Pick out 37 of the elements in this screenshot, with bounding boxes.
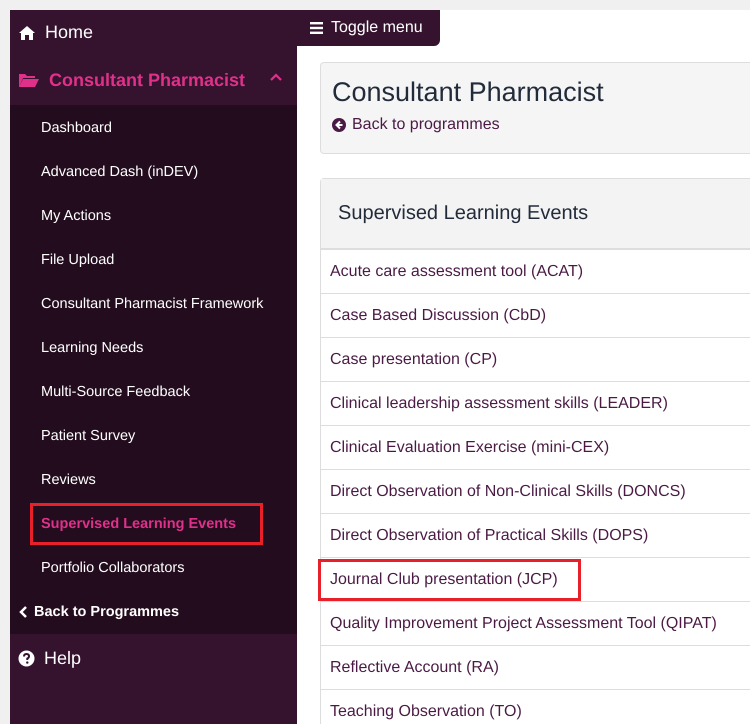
back-link[interactable]: Back to Programmes <box>10 590 297 634</box>
list-item[interactable]: Teaching Observation (TO) <box>321 690 750 724</box>
sidebar-item[interactable]: Dashboard <box>10 106 297 150</box>
chevron-icon <box>270 73 282 81</box>
sidebar-item[interactable]: Supervised Learning Events <box>30 503 263 545</box>
page-title: Consultant Pharmacist <box>332 77 605 108</box>
sidebar-item[interactable]: My Actions <box>10 194 297 238</box>
home-icon <box>18 24 36 40</box>
list-item[interactable]: Journal Club presentation (JCP) <box>321 558 750 602</box>
sidebar-item[interactable]: Advanced Dash (inDEV) <box>10 150 297 194</box>
list-item[interactable]: Acute care assessment tool (ACAT) <box>321 250 750 294</box>
home-link[interactable]: Home <box>10 10 297 55</box>
back-link[interactable]: Back to programmes <box>332 116 750 134</box>
list-item[interactable]: Clinical Evaluation Exercise (mini-CEX) <box>321 426 750 470</box>
panel-title: Supervised Learning Events <box>338 202 588 225</box>
list-item[interactable]: Reflective Account (RA) <box>321 646 750 690</box>
menu-icon <box>310 22 323 34</box>
list-item[interactable]: Quality Improvement Project Assessment Tool (QIPAT) <box>321 602 750 646</box>
sidebar-item[interactable]: Patient Survey <box>10 414 297 458</box>
folder-icon <box>18 72 40 88</box>
list-item[interactable]: Case presentation (CP) <box>321 338 750 382</box>
list-item[interactable]: Case Based Discussion (CbD) <box>321 294 750 338</box>
list-item[interactable]: Clinical leadership assessment skills (LEADER) <box>321 382 750 426</box>
sidebar-item[interactable]: Learning Needs <box>10 326 297 370</box>
help-link[interactable]: Help <box>10 634 297 682</box>
sidebar-item[interactable]: Multi-Source Feedback <box>10 370 297 414</box>
back-arrow-icon <box>332 118 346 132</box>
list-item[interactable]: Direct Observation of Practical Skills (DOPS) <box>321 514 750 558</box>
list-item[interactable]: Direct Observation of Non-Clinical Skills (DONCS) <box>321 470 750 514</box>
help-icon <box>18 650 35 666</box>
sidebar-item[interactable]: File Upload <box>10 238 297 282</box>
chevron-icon <box>19 606 28 618</box>
sidebar-item[interactable]: Consultant Pharmacist Framework <box>10 282 297 326</box>
sidebar-item[interactable]: Reviews <box>10 458 297 502</box>
toggle-menu-button[interactable]: Toggle menu <box>297 10 440 46</box>
section-toggle[interactable]: Consultant Pharmacist <box>10 55 297 105</box>
sidebar-item[interactable]: Portfolio Collaborators <box>10 546 297 590</box>
